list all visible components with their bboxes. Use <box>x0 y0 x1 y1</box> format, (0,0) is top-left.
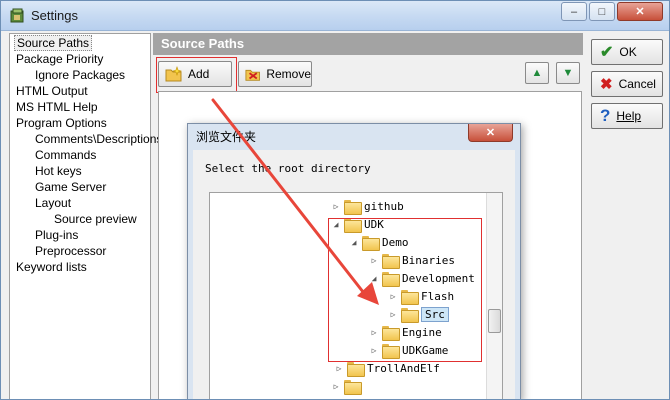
remove-button-label: Remove <box>266 67 311 81</box>
move-down-button[interactable]: ▼ <box>556 62 580 84</box>
cancel-x-icon: ✖ <box>600 76 613 93</box>
question-mark-icon: ? <box>600 106 611 125</box>
collapsed-triangle-icon[interactable]: ▷ <box>332 202 340 211</box>
folder-icon <box>344 199 362 215</box>
checkmark-icon: ✔ <box>600 44 614 61</box>
dialog-title: 浏览文件夹 <box>196 130 257 144</box>
close-button[interactable]: ✕ <box>617 2 663 21</box>
folder-label: github <box>364 199 404 213</box>
scrollbar-thumb[interactable] <box>488 309 501 333</box>
folder-selection-highlight <box>328 218 482 362</box>
sidebar-item[interactable]: MS HTML Help <box>14 99 100 115</box>
cancel-button[interactable]: ✖ Cancel <box>591 71 663 97</box>
folder-remove-icon <box>245 69 260 81</box>
folder-node[interactable]: ▷ <box>332 377 364 395</box>
section-header: Source Paths <box>153 33 583 55</box>
move-up-button[interactable]: ▲ <box>525 62 549 84</box>
sidebar-item[interactable]: Commands <box>33 147 98 163</box>
dialog-prompt: Select the root directory <box>205 162 371 175</box>
cancel-button-label: Cancel <box>618 77 656 91</box>
ok-button-label: OK <box>619 45 637 59</box>
maximize-button[interactable]: □ <box>589 2 615 21</box>
sidebar-item[interactable]: Source preview <box>52 211 139 227</box>
settings-app-icon <box>10 8 24 23</box>
sidebar-item[interactable]: HTML Output <box>14 83 90 99</box>
sidebar-item[interactable]: Package Priority <box>14 51 105 67</box>
sidebar-item[interactable]: Keyword lists <box>14 259 89 275</box>
settings-window: Settings – □ ✕ Source Paths Package Prior… <box>0 0 670 400</box>
collapsed-triangle-icon[interactable]: ▷ <box>332 382 340 391</box>
minimize-button[interactable]: – <box>561 2 587 21</box>
window-title: Settings <box>31 8 78 23</box>
sidebar-item[interactable]: Preprocessor <box>33 243 108 259</box>
add-button-highlight <box>156 57 237 93</box>
remove-button[interactable]: Remove <box>238 61 312 87</box>
folder-label: TrollAndElf <box>367 361 440 375</box>
dialog-close-button[interactable]: ✕ <box>468 124 513 142</box>
folder-tree-scrollbar[interactable] <box>486 193 502 399</box>
folder-icon <box>347 361 365 377</box>
arrow-down-icon: ▼ <box>562 67 574 79</box>
sidebar-item[interactable]: Program Options <box>14 115 109 131</box>
collapsed-triangle-icon[interactable]: ▷ <box>335 364 343 373</box>
title-bar[interactable]: Settings – □ ✕ <box>1 1 669 31</box>
arrow-up-icon: ▲ <box>531 67 543 79</box>
sidebar-item[interactable]: Source Paths <box>14 35 93 51</box>
sidebar-item[interactable]: Ignore Packages <box>33 67 127 83</box>
sidebar-item[interactable]: Comments\Descriptions <box>33 131 164 147</box>
sidebar-item[interactable]: Game Server <box>33 179 108 195</box>
ok-button[interactable]: ✔ OK <box>591 39 663 65</box>
folder-node[interactable]: ▷ github <box>332 197 404 215</box>
sidebar-item[interactable]: Layout <box>33 195 73 211</box>
sidebar-item[interactable]: Hot keys <box>33 163 84 179</box>
settings-category-tree[interactable]: Source Paths Package Priority Ignore Packa… <box>9 33 162 399</box>
help-button-label: Help <box>616 109 642 123</box>
folder-icon <box>344 379 362 395</box>
sidebar-item[interactable]: Plug-ins <box>33 227 80 243</box>
help-button[interactable]: ? Help <box>591 103 663 129</box>
